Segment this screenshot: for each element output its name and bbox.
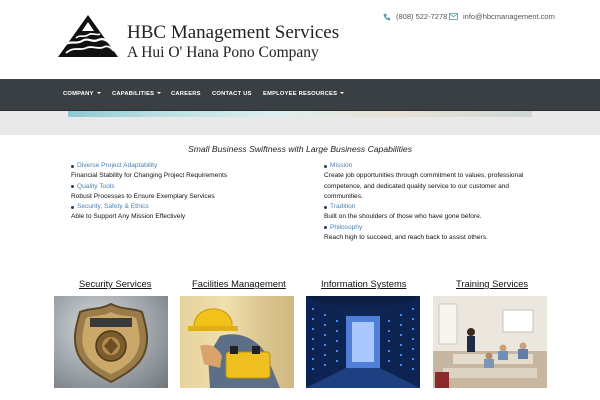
caret-down-icon	[96, 92, 101, 95]
nav-label: CAPABILITIES	[112, 91, 155, 97]
service-link-training[interactable]: Training Services	[456, 278, 528, 289]
feature-desc: Financial Stability for Changing Project…	[71, 172, 228, 180]
service-link-security[interactable]: Security Services	[79, 278, 151, 289]
nav-label: CONTACT US	[212, 91, 252, 97]
nav-item-company[interactable]: COMPANY	[63, 79, 101, 111]
features-left: Diverse Project Adaptability Financial S…	[71, 161, 311, 223]
nav-label: CAREERS	[171, 91, 201, 97]
mountain-wave-logo-icon[interactable]	[56, 13, 120, 59]
feature-desc: Reach high to succeed, and reach back to…	[324, 234, 488, 242]
nav-item-contact-us[interactable]: CONTACT US	[212, 79, 252, 111]
service-link-facilities[interactable]: Facilities Management	[192, 278, 286, 289]
phone-icon	[383, 13, 391, 21]
classroom-photo[interactable]	[433, 296, 547, 388]
feature-item: Philosophy Reach high to succeed, and re…	[324, 223, 534, 244]
header-email[interactable]: info@hbcmanagement.com	[449, 12, 555, 21]
caret-down-icon	[340, 92, 345, 95]
feature-desc: Able to Support Any Mission Effectively	[71, 213, 186, 221]
feature-title[interactable]: Quality Tools	[71, 182, 311, 192]
feature-title[interactable]: Philosophy	[324, 223, 534, 233]
email-address: info@hbcmanagement.com	[463, 12, 555, 21]
service-link-information-systems[interactable]: Information Systems	[321, 278, 406, 289]
feature-title[interactable]: Mission	[324, 161, 534, 171]
banner-image	[68, 111, 532, 117]
brand-subtitle: A Hui O' Hana Pono Company	[127, 44, 319, 61]
feature-desc: Built on the shoulders of those who have…	[324, 213, 482, 221]
feature-desc: Create job opportunities through commitm…	[324, 172, 524, 200]
caret-down-icon	[157, 92, 162, 95]
phone-number: (808) 522-7278	[396, 12, 448, 21]
site-header: HBC Management Services A Hui O' Hana Po…	[0, 0, 600, 79]
nav-label: COMPANY	[63, 91, 94, 97]
envelope-icon	[449, 13, 458, 20]
feature-item: Security, Safety & Ethics Able to Suppor…	[71, 202, 311, 223]
feature-item: Diverse Project Adaptability Financial S…	[71, 161, 311, 182]
nav-item-employee-resources[interactable]: EMPLOYEE RESOURCES	[263, 79, 345, 111]
server-room-photo[interactable]	[306, 296, 420, 388]
feature-title[interactable]: Security, Safety & Ethics	[71, 202, 311, 212]
feature-item: Mission Create job opportunities through…	[324, 161, 534, 202]
worker-hardhat-photo[interactable]	[180, 296, 294, 388]
features-right: Mission Create job opportunities through…	[324, 161, 534, 243]
feature-desc: Robust Processes to Ensure Exemplary Ser…	[71, 192, 215, 200]
nav-item-careers[interactable]: CAREERS	[171, 79, 201, 111]
nav-label: EMPLOYEE RESOURCES	[263, 91, 338, 97]
feature-item: Tradition Built on the shoulders of thos…	[324, 202, 534, 223]
nav-item-capabilities[interactable]: CAPABILITIES	[112, 79, 162, 111]
main-nav: COMPANY CAPABILITIES CAREERS CONTACT US …	[0, 79, 600, 111]
tagline: Small Business Swiftness with Large Busi…	[187, 144, 413, 154]
security-badge-photo[interactable]	[54, 296, 168, 388]
feature-title[interactable]: Diverse Project Adaptability	[71, 161, 311, 171]
brand-title[interactable]: HBC Management Services	[127, 22, 339, 44]
header-phone[interactable]: (808) 522-7278	[383, 12, 447, 21]
feature-title[interactable]: Tradition	[324, 202, 534, 212]
feature-item: Quality Tools Robust Processes to Ensure…	[71, 182, 311, 203]
